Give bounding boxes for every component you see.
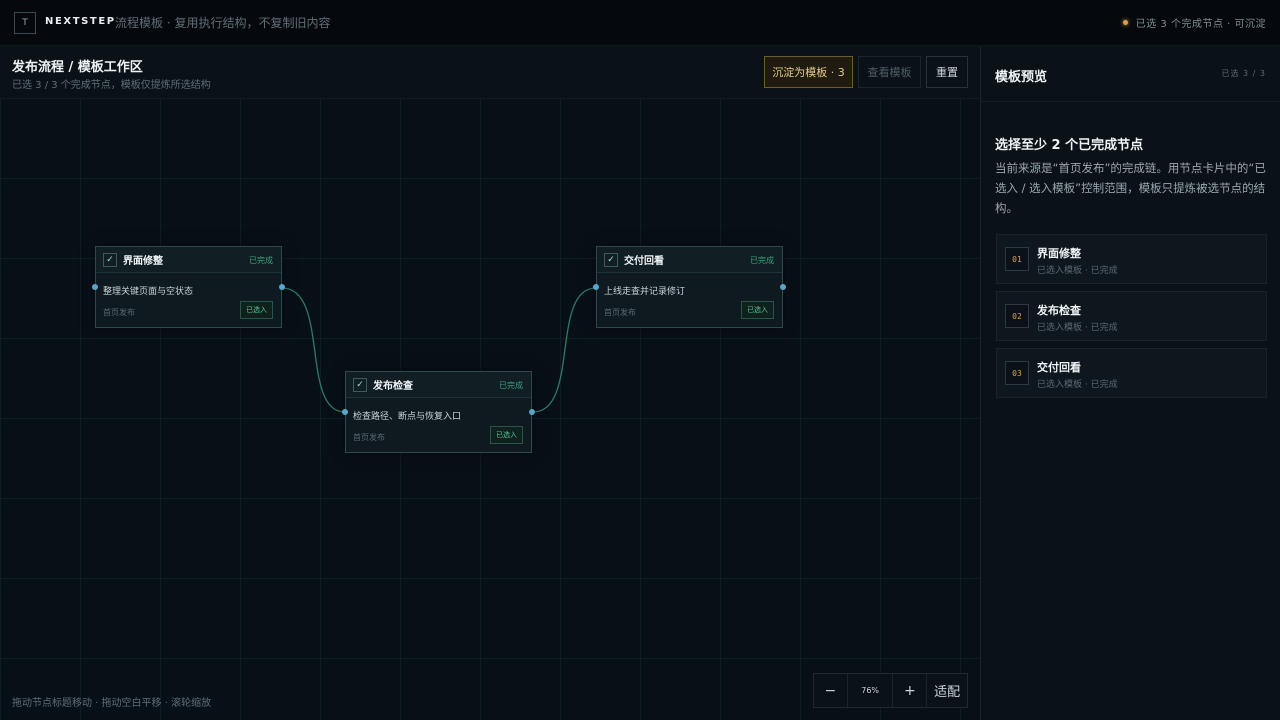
logo: T	[14, 12, 36, 34]
input-port[interactable]	[593, 284, 599, 290]
top-bar: T NEXTSTEP 流程模板 · 复用执行结构，不复制旧内容 已选 3 个完成…	[0, 0, 1280, 46]
template-item[interactable]: 03 交付回看 已选入模板 · 已完成	[996, 348, 1267, 398]
reset-button[interactable]: 重置	[926, 56, 968, 88]
node-description: 检查路径、断点与恢复入口	[353, 412, 462, 422]
input-port[interactable]	[92, 284, 98, 290]
template-item-name: 发布检查	[1037, 304, 1081, 317]
canvas-hint: 拖动节点标题移动 · 拖动空白平移 · 滚轮缩放	[12, 698, 212, 709]
template-item-number: 01	[1005, 247, 1029, 271]
input-port[interactable]	[342, 409, 348, 415]
zoom-in-button[interactable]: +	[893, 674, 928, 707]
template-item-number: 02	[1005, 304, 1029, 328]
edge-2-3	[532, 287, 597, 413]
status-dot-icon	[1122, 20, 1128, 25]
output-port[interactable]	[279, 284, 285, 290]
brand-name: NEXTSTEP	[45, 16, 116, 27]
check-icon[interactable]: ✓	[604, 252, 618, 267]
app-subtitle: 流程模板 · 复用执行结构，不复制旧内容	[115, 16, 331, 30]
node-source: 首页发布	[103, 308, 135, 317]
panel-heading: 选择至少 2 个已完成节点	[995, 138, 1144, 153]
flow-node-2[interactable]: ✓ 发布检查 已完成 检查路径、断点与恢复入口 首页发布 已选入	[342, 371, 535, 453]
node-select-toggle[interactable]: 已选入	[741, 301, 774, 319]
canvas-header: 发布流程 / 模板工作区 已选 3 / 3 个完成节点，模板仅提炼所选结构 沉淀…	[0, 46, 980, 99]
workflow-canvas[interactable]: 发布流程 / 模板工作区 已选 3 / 3 个完成节点，模板仅提炼所选结构 沉淀…	[0, 46, 980, 720]
node-source: 首页发布	[353, 433, 385, 442]
template-item[interactable]: 02 发布检查 已选入模板 · 已完成	[996, 291, 1267, 341]
node-title: 发布检查	[373, 381, 413, 392]
zoom-out-button[interactable]: −	[814, 674, 848, 707]
selection-status: 已选 3 个完成节点 · 可沉淀	[1122, 15, 1266, 30]
node-state: 已完成	[750, 256, 774, 265]
template-item-name: 界面修整	[1037, 247, 1081, 260]
node-description: 上线走查并记录修订	[604, 287, 686, 297]
flow-node-1[interactable]: ✓ 界面修整 已完成 整理关键页面与空状态 首页发布 已选入	[92, 246, 285, 328]
check-icon[interactable]: ✓	[353, 377, 367, 392]
view-template-button[interactable]: 查看模板	[858, 56, 921, 88]
template-item-status: 已选入模板 · 已完成	[1037, 380, 1118, 390]
edge-1-2	[281, 287, 346, 413]
fit-view-button[interactable]: 适配	[927, 674, 967, 707]
node-select-toggle[interactable]: 已选入	[490, 426, 523, 444]
node-title: 交付回看	[624, 256, 664, 267]
panel-description: 当前来源是“首页发布”的完成链。用节点卡片中的“已选入 / 选入模板”控制范围，…	[995, 161, 1266, 215]
page-subtitle: 已选 3 / 3 个完成节点，模板仅提炼所选结构	[12, 80, 211, 91]
node-state: 已完成	[249, 256, 273, 265]
zoom-controls: − 76% + 适配	[813, 673, 968, 708]
node-state: 已完成	[499, 381, 523, 390]
save-template-button[interactable]: 沉淀为模板 · 3	[764, 56, 853, 88]
template-item-status: 已选入模板 · 已完成	[1037, 323, 1118, 333]
node-source: 首页发布	[604, 308, 636, 317]
template-preview-panel: 模板预览 已选 3 / 3 选择至少 2 个已完成节点 当前来源是“首页发布”的…	[980, 46, 1280, 720]
template-item[interactable]: 01 界面修整 已选入模板 · 已完成	[996, 234, 1267, 284]
page-title: 发布流程 / 模板工作区	[12, 60, 143, 75]
check-icon[interactable]: ✓	[103, 252, 117, 267]
node-title: 界面修整	[123, 256, 163, 267]
flow-node-3[interactable]: ✓ 交付回看 已完成 上线走查并记录修订 首页发布 已选入	[593, 246, 786, 328]
selection-status-text: 已选 3 个完成节点 · 可沉淀	[1135, 19, 1266, 30]
output-port[interactable]	[529, 409, 535, 415]
template-item-status: 已选入模板 · 已完成	[1037, 266, 1118, 276]
zoom-level: 76%	[848, 674, 894, 707]
template-item-number: 03	[1005, 361, 1029, 385]
template-item-name: 交付回看	[1037, 361, 1081, 374]
panel-title: 模板预览	[995, 70, 1048, 85]
panel-selection-count: 已选 3 / 3	[1221, 69, 1266, 78]
output-port[interactable]	[780, 284, 786, 290]
panel-header: 模板预览 已选 3 / 3	[981, 46, 1280, 102]
node-select-toggle[interactable]: 已选入	[240, 301, 273, 319]
node-description: 整理关键页面与空状态	[103, 287, 194, 297]
